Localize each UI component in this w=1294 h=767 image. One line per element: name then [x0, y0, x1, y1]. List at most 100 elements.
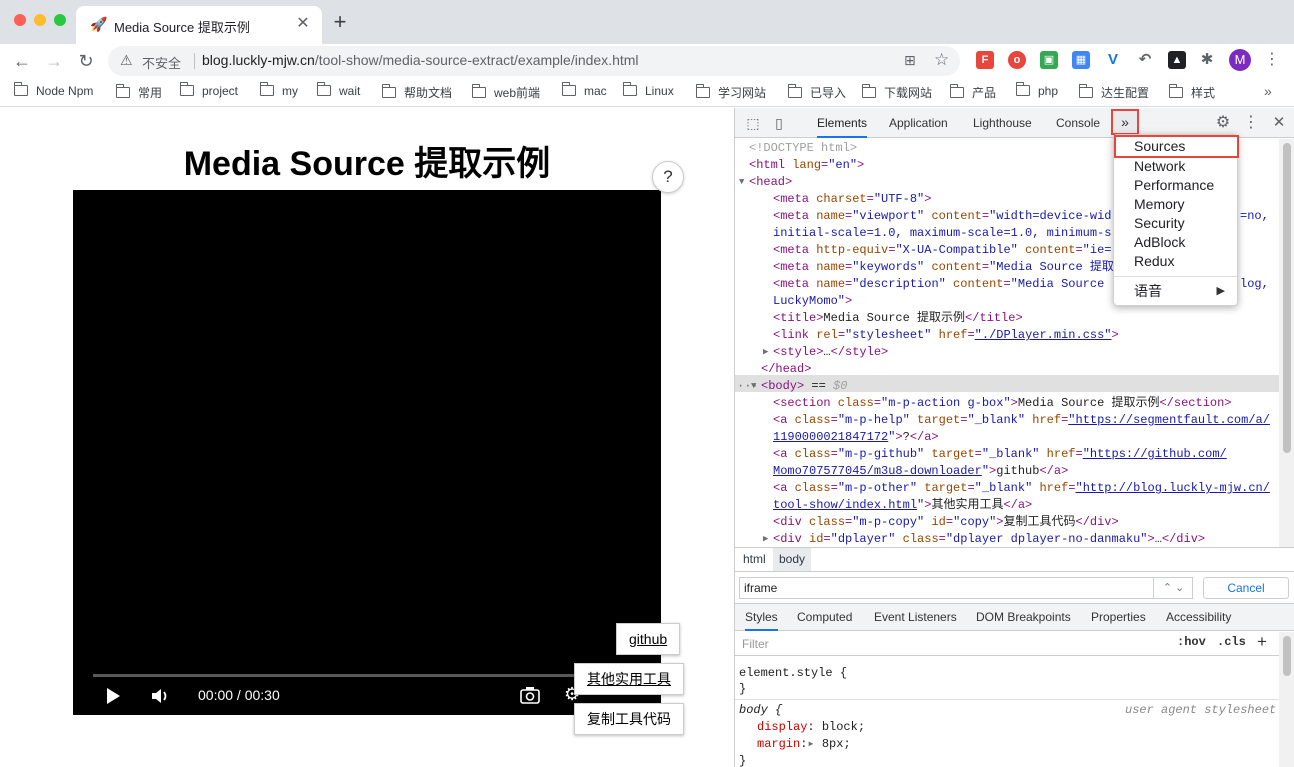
dom-node-line[interactable]: LuckyMomo">: [773, 293, 852, 310]
dom-node-line[interactable]: <meta name="keywords" content="Media Sou…: [773, 259, 1114, 276]
tab-properties[interactable]: Properties: [1091, 604, 1146, 631]
bookmark-item[interactable]: mac: [561, 82, 607, 100]
body-rule-selector[interactable]: body {: [739, 702, 782, 719]
tab-computed[interactable]: Computed: [797, 604, 852, 631]
dom-search-input[interactable]: iframe: [739, 577, 1193, 599]
dom-node-line[interactable]: <meta name="viewport" content="width=dev…: [773, 208, 1111, 225]
collapse-triangle-icon[interactable]: ▼: [739, 174, 744, 191]
bookmark-item[interactable]: project: [179, 82, 238, 100]
bookmark-item[interactable]: wait: [316, 82, 360, 100]
bookmark-item[interactable]: 学习网站: [695, 84, 766, 100]
extension-icon[interactable]: ▦: [1072, 51, 1090, 69]
close-window-button[interactable]: [14, 14, 26, 26]
menu-item-adblock[interactable]: AdBlock: [1114, 233, 1237, 252]
more-vertical-icon[interactable]: ⋮: [1243, 115, 1259, 131]
node-actions-icon[interactable]: ···: [737, 378, 759, 395]
dom-scrollbar[interactable]: [1279, 139, 1294, 547]
dom-node-line[interactable]: <meta charset="UTF-8">: [773, 191, 931, 208]
puzzle-icon[interactable]: ✱: [1198, 51, 1216, 69]
other-tools-button[interactable]: 其他实用工具: [574, 663, 684, 695]
progress-bar[interactable]: [93, 674, 641, 677]
new-tab-button[interactable]: +: [330, 11, 350, 33]
class-toggle[interactable]: .cls: [1217, 635, 1246, 649]
dom-node-line[interactable]: <style>…</style>: [773, 344, 888, 361]
dom-node-line[interactable]: <meta name="description" content="Media …: [773, 276, 1104, 293]
extension-icon[interactable]: ▲: [1168, 51, 1186, 69]
search-nav-arrows[interactable]: ⌃ ⌄: [1153, 577, 1193, 599]
play-icon[interactable]: [105, 687, 121, 705]
dom-node-line[interactable]: Momo707577045/m3u8-downloader">github</a…: [773, 463, 1068, 480]
bookmark-item[interactable]: my: [259, 82, 298, 100]
menu-item-memory[interactable]: Memory: [1114, 195, 1237, 214]
dom-node-line[interactable]: <meta http-equiv="X-UA-Compatible" conte…: [773, 242, 1111, 259]
extension-icon[interactable]: F: [976, 51, 994, 69]
close-tab-icon[interactable]: ✕: [294, 15, 312, 33]
element-style-rule[interactable]: element.style {: [739, 665, 847, 682]
expand-triangle-icon[interactable]: ▶: [763, 531, 768, 547]
settings-gear-icon[interactable]: ⚙: [1215, 115, 1231, 131]
bookmark-item[interactable]: web前端: [471, 84, 540, 100]
dom-node-line[interactable]: =no,: [1240, 208, 1269, 225]
address-bar[interactable]: ⚠ 不安全 blog.luckly-mjw.cn/tool-show/media…: [108, 46, 960, 76]
video-player[interactable]: 00:00 / 00:30 ⚙: [73, 190, 661, 715]
dom-node-line[interactable]: <head>: [749, 174, 792, 191]
menu-item-performance[interactable]: Performance: [1114, 176, 1237, 195]
dom-node-line[interactable]: log,: [1240, 276, 1269, 293]
breadcrumb-html[interactable]: html: [737, 548, 772, 571]
bookmark-item[interactable]: 达生配置: [1078, 84, 1149, 100]
tab-application[interactable]: Application: [889, 108, 948, 138]
dom-node-line[interactable]: <body> == $0: [761, 378, 847, 395]
dom-node-line[interactable]: <a class="m-p-github" target="_blank" hr…: [773, 446, 1227, 463]
url-text[interactable]: blog.luckly-mjw.cn/tool-show/media-sourc…: [202, 52, 639, 68]
tab-event-listeners[interactable]: Event Listeners: [874, 604, 957, 631]
bookmark-item[interactable]: 产品: [949, 84, 996, 100]
bookmark-item[interactable]: 下载网站: [861, 84, 932, 100]
breadcrumb-body[interactable]: body: [773, 548, 812, 571]
forward-arrow-icon[interactable]: →: [42, 49, 66, 73]
dom-node-line[interactable]: <a class="m-p-help" target="_blank" href…: [773, 412, 1270, 429]
bookmark-item[interactable]: 帮助文档: [381, 84, 452, 100]
tab-console[interactable]: Console: [1056, 108, 1100, 138]
minimize-window-button[interactable]: [34, 14, 46, 26]
bookmark-item[interactable]: Linux: [622, 82, 674, 100]
extension-icon[interactable]: ▣: [1040, 51, 1058, 69]
reload-icon[interactable]: ↻: [74, 49, 98, 73]
dom-node-line[interactable]: <div class="m-p-copy" id="copy">复制工具代码</…: [773, 514, 1119, 531]
dom-node-line[interactable]: tool-show/index.html">其他实用工具</a>: [773, 497, 1032, 514]
bookmark-item[interactable]: php: [1015, 82, 1058, 100]
bookmark-item[interactable]: 常用: [115, 84, 162, 100]
dom-node-line[interactable]: <html lang="en">: [749, 157, 864, 174]
more-vertical-icon[interactable]: ⋮: [1264, 49, 1280, 71]
close-icon[interactable]: ✕: [1271, 115, 1287, 131]
menu-item-network[interactable]: Network: [1114, 157, 1237, 176]
device-toggle-icon[interactable]: ▯: [771, 115, 787, 131]
bookmarks-overflow-icon[interactable]: »: [1264, 83, 1272, 99]
expand-triangle-icon[interactable]: ▶: [763, 344, 768, 361]
adblock-extension-icon[interactable]: o: [1008, 51, 1026, 69]
zoom-window-button[interactable]: [54, 14, 66, 26]
translate-icon[interactable]: ⊞: [904, 52, 916, 69]
github-button[interactable]: github: [616, 623, 681, 655]
help-button[interactable]: ?: [652, 161, 684, 193]
expand-triangle-icon[interactable]: ▸: [807, 737, 814, 751]
hover-state-toggle[interactable]: :hov: [1177, 635, 1206, 649]
tab-dom-breakpoints[interactable]: DOM Breakpoints: [976, 604, 1071, 631]
tab-elements[interactable]: Elements: [817, 108, 868, 138]
menu-item-security[interactable]: Security: [1114, 214, 1237, 233]
dom-node-line[interactable]: <section class="m-p-action g-box">Media …: [773, 395, 1232, 412]
tab-styles[interactable]: Styles: [745, 604, 778, 631]
menu-item-redux[interactable]: Redux: [1114, 252, 1237, 271]
back-arrow-icon[interactable]: ←: [10, 49, 34, 73]
styles-scrollbar[interactable]: [1279, 632, 1294, 767]
more-tabs-button[interactable]: »: [1111, 109, 1139, 135]
menu-item-sources[interactable]: Sources: [1114, 135, 1239, 158]
tab-lighthouse[interactable]: Lighthouse: [973, 108, 1032, 138]
cancel-button[interactable]: Cancel: [1203, 577, 1289, 599]
dom-node-line[interactable]: 1190000021847172">?</a>: [773, 429, 939, 446]
styles-filter-input[interactable]: Filter: [739, 635, 1167, 653]
dom-node-line[interactable]: <!DOCTYPE html>: [749, 140, 857, 157]
profile-avatar[interactable]: M: [1229, 49, 1251, 71]
dom-node-line[interactable]: <title>Media Source 提取示例</title>: [773, 310, 1023, 327]
dom-node-line[interactable]: </head>: [761, 361, 811, 378]
dom-node-line[interactable]: <a class="m-p-other" target="_blank" hre…: [773, 480, 1270, 497]
